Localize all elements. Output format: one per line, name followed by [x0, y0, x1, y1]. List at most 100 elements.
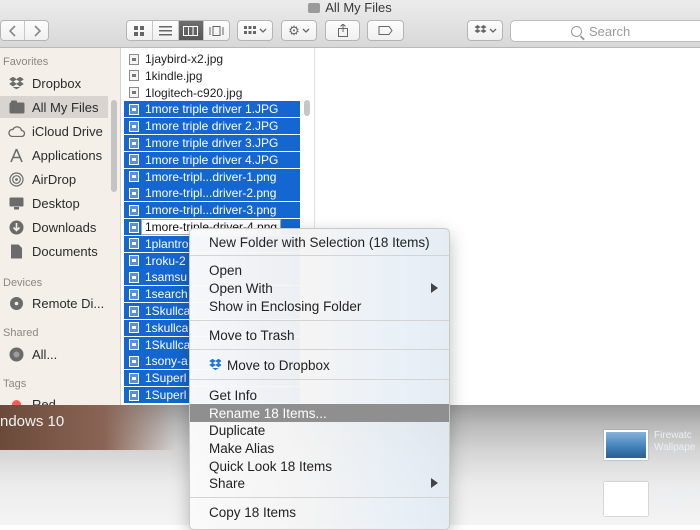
file-name: 1Skullca — [145, 337, 191, 352]
chevron-left-icon — [8, 24, 16, 37]
menu-item-duplicate[interactable]: Duplicate — [190, 421, 449, 439]
file-name: 1skullca — [145, 320, 189, 335]
file-name: 1more triple driver 4.JPG — [145, 152, 279, 167]
menu-item-copy-items[interactable]: Copy 18 Items — [190, 503, 449, 521]
menu-item-share[interactable]: Share — [190, 474, 449, 492]
image-file-icon — [129, 221, 139, 233]
grid-icon — [133, 25, 144, 36]
menu-item-get-info[interactable]: Get Info — [190, 386, 449, 404]
menu-item-show-in-enclosing-folder[interactable]: Show in Enclosing Folder — [190, 297, 449, 315]
list-icon — [158, 25, 172, 35]
image-file-icon — [129, 171, 139, 183]
file-row[interactable]: 1more triple driver 4.JPG — [124, 151, 300, 168]
sidebar-item-documents[interactable]: Documents — [0, 240, 108, 262]
window-title-text: All My Files — [325, 0, 392, 15]
sidebar-heading-tags: Tags — [3, 378, 27, 390]
list-view-button[interactable] — [152, 21, 179, 40]
disc-icon — [8, 296, 25, 311]
image-file-icon — [129, 137, 139, 149]
menu-item-new-folder-with-selection[interactable]: New Folder with Selection (18 Items) — [190, 233, 449, 251]
firewatch-wallpaper-icon[interactable] — [604, 430, 648, 460]
arrange-grid-icon — [243, 26, 256, 34]
image-file-icon — [129, 271, 139, 283]
menu-separator — [190, 255, 449, 256]
sidebar-scrollbar[interactable] — [111, 100, 117, 192]
image-file-icon — [129, 322, 139, 334]
background-window-title: ndows 10 — [0, 413, 65, 430]
edit-tags-button[interactable] — [367, 20, 404, 41]
sidebar-item-all-my-files[interactable]: All My Files — [0, 96, 108, 118]
forward-button[interactable] — [25, 21, 48, 40]
file-row[interactable]: 1more-tripl...driver-2.png — [124, 185, 300, 202]
action-button[interactable]: ⚙ — [281, 20, 317, 41]
sidebar-item-label: All My Files — [32, 99, 99, 115]
file-name: 1jaybird-x2.jpg — [145, 52, 224, 66]
sidebar-item-desktop[interactable]: Desktop — [0, 192, 108, 214]
file-name: 1logitech-c920.jpg — [145, 85, 243, 100]
documents-icon — [8, 244, 25, 259]
file-row[interactable]: 1more-tripl...driver-3.png — [124, 202, 300, 219]
desktop-icon-label: Tech_CO TEMPL... — [654, 485, 696, 508]
file-name: 1Superl — [145, 388, 187, 402]
menu-separator — [190, 320, 449, 321]
icon-view-button[interactable] — [127, 21, 153, 40]
cloud-icon — [8, 124, 25, 139]
menu-item-open-with[interactable]: Open With — [190, 279, 449, 297]
image-file-icon — [129, 305, 139, 317]
arrange-button[interactable] — [237, 20, 273, 41]
file-row[interactable]: 1jaybird-x2.jpg — [124, 51, 300, 67]
menu-item-move-to-trash[interactable]: Move to Trash — [190, 326, 449, 344]
image-file-icon — [129, 70, 139, 82]
menu-separator — [190, 349, 449, 350]
menu-separator — [190, 379, 449, 380]
view-mode-selector — [126, 20, 230, 41]
share-button[interactable] — [325, 20, 360, 41]
sidebar-item-remote-disc[interactable]: Remote Di... — [0, 292, 108, 314]
image-file-icon — [129, 355, 139, 367]
file-row[interactable]: 1logitech-c920.jpg — [124, 85, 300, 101]
column-scrollbar[interactable] — [304, 100, 310, 116]
menu-item-quick-look[interactable]: Quick Look 18 Items — [190, 457, 449, 475]
column-view-button[interactable] — [178, 21, 205, 40]
sidebar-item-label: All... — [32, 346, 58, 362]
image-file-icon — [129, 53, 139, 65]
sidebar-item-label: Remote Di... — [32, 295, 105, 311]
menu-item-make-alias[interactable]: Make Alias — [190, 439, 449, 457]
image-file-icon — [129, 339, 139, 351]
cover-flow-view-button[interactable] — [204, 21, 229, 40]
applications-icon — [8, 148, 25, 163]
tech-template-icon[interactable] — [604, 482, 648, 516]
file-name: 1samsu — [145, 270, 188, 285]
all-my-files-icon — [8, 100, 25, 115]
image-file-icon — [129, 255, 139, 267]
dropbox-toolbar-button[interactable] — [467, 20, 503, 41]
image-file-icon — [129, 120, 139, 132]
sidebar-item-label: Documents — [32, 243, 98, 259]
context-menu: New Folder with Selection (18 Items) Ope… — [189, 228, 450, 530]
file-row[interactable]: 1kindle.jpg — [124, 68, 300, 84]
search-field[interactable]: Search — [510, 20, 700, 42]
sidebar-item-airdrop[interactable]: AirDrop — [0, 168, 108, 190]
menu-item-rename-items[interactable]: Rename 18 Items... — [190, 404, 449, 422]
sidebar-item-icloud-drive[interactable]: iCloud Drive — [0, 120, 108, 142]
file-name: 1more triple driver 2.JPG — [145, 119, 279, 134]
menu-item-move-to-dropbox[interactable]: Move to Dropbox — [190, 356, 449, 374]
sidebar-item-shared-all[interactable]: All... — [0, 343, 108, 365]
sidebar-item-downloads[interactable]: Downloads — [0, 216, 108, 238]
sidebar-item-tag-red[interactable]: Red — [0, 393, 108, 405]
desktop-icon — [8, 196, 25, 211]
menu-item-open[interactable]: Open — [190, 261, 449, 279]
sidebar-item-dropbox[interactable]: Dropbox — [0, 72, 108, 94]
file-name: 1more triple driver 1.JPG — [145, 102, 279, 117]
chevron-down-icon — [259, 28, 266, 33]
search-icon — [571, 25, 582, 37]
sidebar-item-label: Dropbox — [32, 75, 82, 91]
image-file-icon — [129, 389, 139, 401]
sidebar-item-applications[interactable]: Applications — [0, 144, 108, 166]
file-row[interactable]: 1more triple driver 2.JPG — [124, 118, 300, 135]
back-button[interactable] — [1, 21, 25, 40]
file-name: 1Skullca — [145, 304, 191, 318]
file-row[interactable]: 1more triple driver 1.JPG — [124, 101, 300, 118]
file-row[interactable]: 1more-tripl...driver-1.png — [124, 168, 300, 185]
file-row[interactable]: 1more triple driver 3.JPG — [124, 135, 300, 151]
